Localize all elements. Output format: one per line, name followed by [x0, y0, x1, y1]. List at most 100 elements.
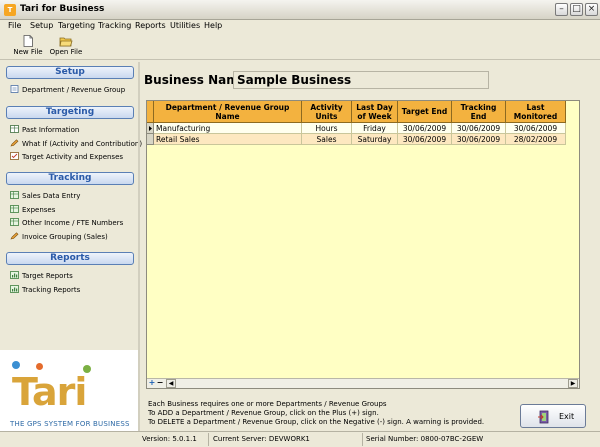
new-file-icon	[23, 35, 33, 47]
title-bar: T Tari for Business – □ ×	[0, 0, 600, 20]
pencil-icon	[10, 232, 19, 240]
column-header-last-day[interactable]: Last Day of Week	[352, 101, 398, 123]
table-cell-activity-units[interactable]: Hours	[302, 123, 352, 134]
sidebar-item-expenses[interactable]: Expenses	[10, 205, 55, 216]
minimize-button[interactable]: –	[555, 3, 568, 16]
tari-logo-panel: Tari THE GPS SYSTEM FOR BUSINESS	[0, 350, 138, 431]
sidebar-item-target-activity[interactable]: Target Activity and Expenses	[10, 152, 123, 163]
sidebar-item-label: Sales Data Entry	[22, 192, 81, 200]
pencil-icon	[10, 139, 19, 147]
scroll-right-button[interactable]: ▶	[568, 379, 578, 388]
status-bar: Version: 5.0.1.1 Current Server: DEVWORK…	[0, 431, 600, 447]
column-header-last-monitored[interactable]: Last Monitored	[506, 101, 566, 123]
sidebar-item-label: Other Income / FTE Numbers	[22, 219, 124, 227]
table-cell-last-monitored[interactable]: 28/02/2009	[506, 134, 566, 145]
sidebar-item-department[interactable]: Department / Revenue Group	[10, 85, 125, 96]
table-cell-name[interactable]: Retail Sales	[154, 134, 302, 145]
sidebar-item-target-reports[interactable]: Target Reports	[10, 271, 73, 282]
logo-dot-orange	[36, 363, 43, 370]
sidebar-item-what-if[interactable]: What If (Activity and Contribution)	[10, 139, 142, 150]
exit-door-icon	[538, 410, 549, 424]
table-cell-last-day[interactable]: Saturday	[352, 134, 398, 145]
help-text-line-2: To ADD a Department / Revenue Group, cli…	[148, 409, 379, 417]
remove-row-button[interactable]: −	[156, 379, 164, 388]
close-button[interactable]: ×	[585, 3, 598, 16]
sidebar-item-label: Target Reports	[22, 272, 73, 280]
status-serial: Serial Number: 0800-07BC-2GEW	[366, 435, 484, 443]
grid-corner	[147, 101, 154, 123]
row-selector[interactable]	[147, 134, 154, 145]
panel-divider	[138, 62, 140, 431]
window-title: Tari for Business	[20, 4, 105, 14]
column-header-name[interactable]: Department / Revenue Group Name	[154, 101, 302, 123]
status-separator	[208, 433, 209, 446]
spreadsheet-icon	[10, 191, 19, 199]
sidebar-item-invoice-grouping[interactable]: Invoice Grouping (Sales)	[10, 232, 108, 243]
open-file-button[interactable]: Open File	[46, 35, 86, 59]
table-cell-name[interactable]: Manufacturing	[154, 123, 302, 134]
department-grid: Department / Revenue Group Name Activity…	[146, 100, 580, 389]
spreadsheet-icon	[10, 205, 19, 213]
section-setup-header[interactable]: Setup	[6, 66, 134, 79]
menu-utilities[interactable]: Utilities	[170, 21, 200, 30]
table-cell-tracking-end[interactable]: 30/06/2009	[452, 123, 506, 134]
checklist-icon	[10, 152, 19, 160]
status-separator	[362, 433, 363, 446]
help-text-line-1: Each Business requires one or more Depar…	[148, 400, 387, 408]
table-cell-tracking-end[interactable]: 30/06/2009	[452, 134, 506, 145]
menu-reports[interactable]: Reports	[135, 21, 166, 30]
sidebar-item-past-information[interactable]: Past Information	[10, 125, 79, 136]
open-folder-icon	[59, 37, 73, 47]
scroll-left-button[interactable]: ◀	[166, 379, 176, 388]
new-file-button[interactable]: New File	[8, 35, 48, 59]
sidebar-item-tracking-reports[interactable]: Tracking Reports	[10, 285, 80, 296]
menu-bar: File Setup Targeting Tracking Reports Ut…	[0, 20, 600, 34]
maximize-button[interactable]: □	[570, 3, 583, 16]
sidebar-item-other-income[interactable]: Other Income / FTE Numbers	[10, 218, 123, 229]
sidebar-item-label: What If (Activity and Contribution)	[22, 140, 143, 148]
report-icon	[10, 285, 19, 293]
logo-dot-blue	[12, 361, 20, 369]
business-name-label: Business Name	[144, 73, 247, 87]
help-text-line-3: To DELETE a Department / Revenue Group, …	[148, 418, 485, 426]
menu-file[interactable]: File	[8, 21, 21, 30]
sidebar-item-label: Tracking Reports	[22, 286, 81, 294]
sidebar-item-label: Past Information	[22, 126, 80, 134]
menu-setup[interactable]: Setup	[30, 21, 53, 30]
business-name-field[interactable]: Sample Business	[233, 71, 489, 89]
column-header-tracking-end[interactable]: Tracking End	[452, 101, 506, 123]
status-version: Version: 5.0.1.1	[142, 435, 197, 443]
report-icon	[10, 271, 19, 279]
menu-targeting[interactable]: Targeting	[58, 21, 95, 30]
sidebar-item-label: Department / Revenue Group	[22, 86, 126, 94]
table-cell-activity-units[interactable]: Sales	[302, 134, 352, 145]
menu-help[interactable]: Help	[204, 21, 222, 30]
open-file-label: Open File	[49, 48, 83, 56]
row-selector-current[interactable]	[147, 123, 154, 134]
tari-logo: Tari	[12, 370, 87, 414]
add-row-button[interactable]: +	[148, 379, 156, 388]
sidebar-item-label: Invoice Grouping (Sales)	[22, 233, 108, 241]
table-cell-last-day[interactable]: Friday	[352, 123, 398, 134]
column-header-activity-units[interactable]: Activity Units	[302, 101, 352, 123]
column-header-target-end[interactable]: Target End	[398, 101, 452, 123]
row-pointer-icon	[149, 126, 152, 131]
exit-label: Exit	[559, 412, 575, 421]
toolbar: New File Open File	[0, 34, 600, 60]
table-icon	[10, 125, 19, 133]
exit-button[interactable]: Exit	[520, 404, 586, 428]
horizontal-scrollbar[interactable]: + − ◀ ▶	[147, 378, 579, 388]
section-tracking-header[interactable]: Tracking	[6, 172, 134, 185]
table-cell-target-end[interactable]: 30/06/2009	[398, 134, 452, 145]
table-cell-last-monitored[interactable]: 30/06/2009	[506, 123, 566, 134]
new-file-label: New File	[13, 48, 43, 56]
spreadsheet-icon	[10, 218, 19, 226]
table-cell-target-end[interactable]: 30/06/2009	[398, 123, 452, 134]
menu-tracking[interactable]: Tracking	[98, 21, 131, 30]
tari-app-icon: T	[4, 4, 16, 16]
sidebar-item-sales-data-entry[interactable]: Sales Data Entry	[10, 191, 80, 202]
document-icon	[10, 85, 19, 93]
section-reports-header[interactable]: Reports	[6, 252, 134, 265]
section-targeting-header[interactable]: Targeting	[6, 106, 134, 119]
sidebar-item-label: Expenses	[22, 206, 56, 214]
